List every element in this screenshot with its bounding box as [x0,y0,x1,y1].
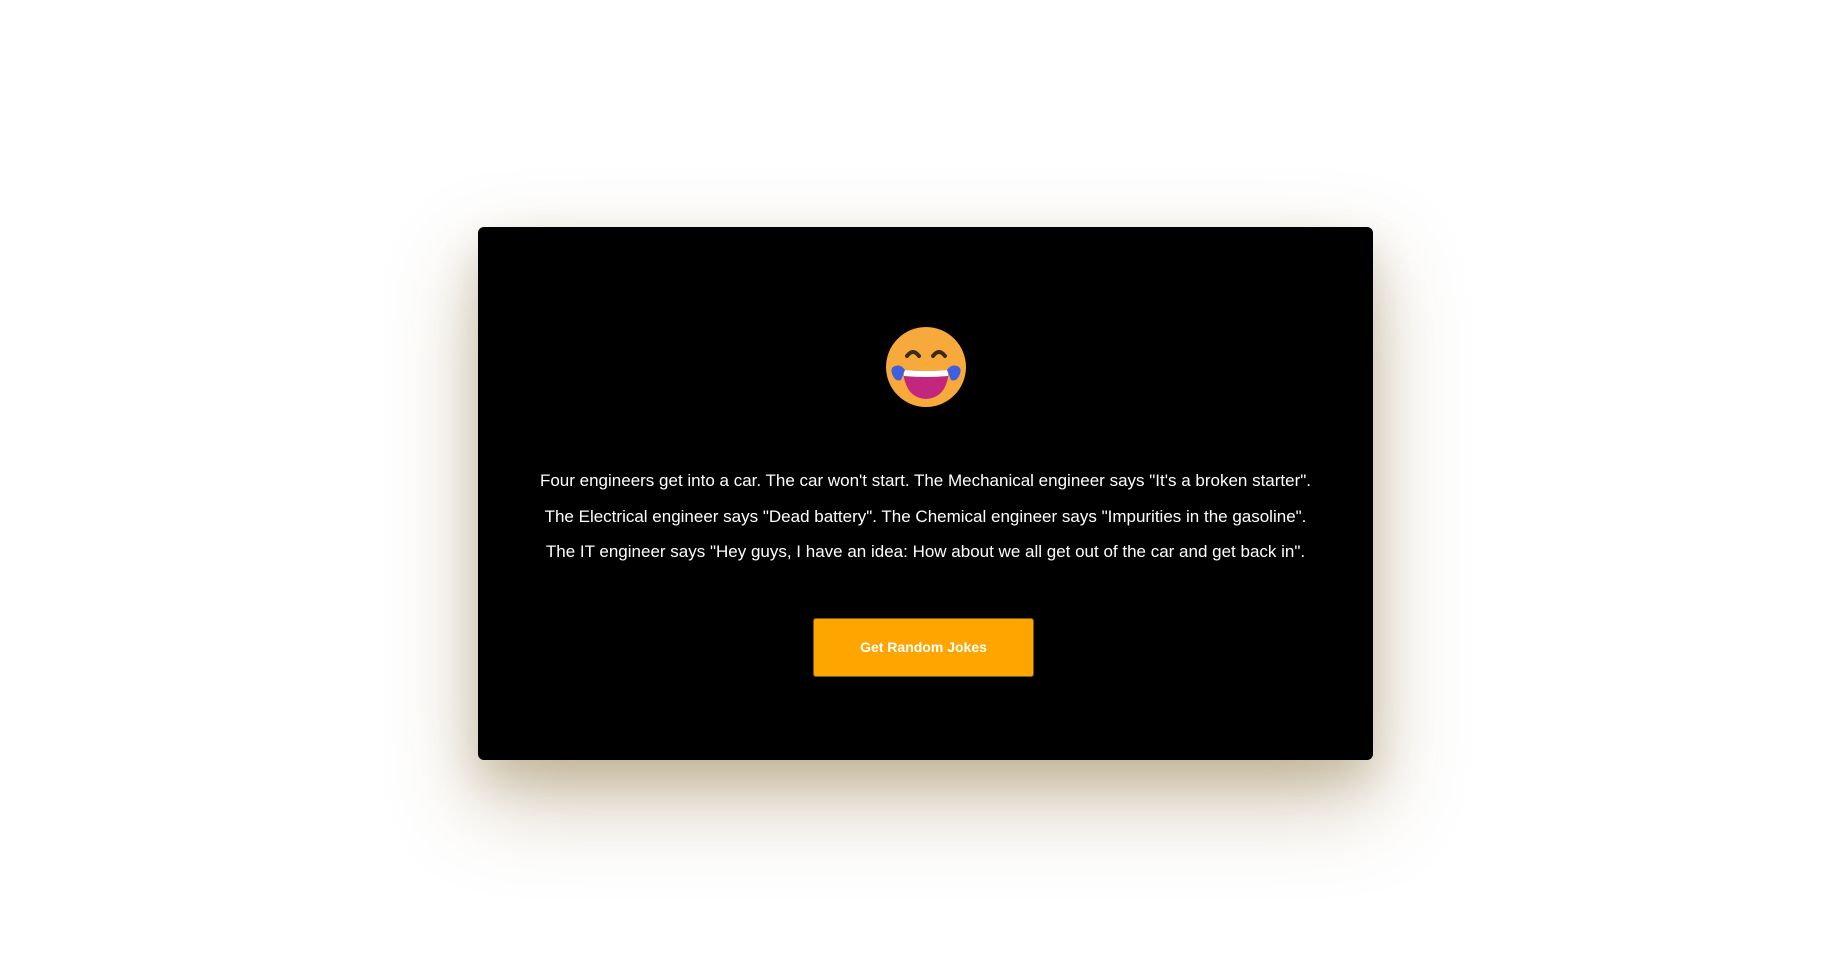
face-with-tears-of-joy-icon [881,322,971,412]
joke-text: Four engineers get into a car. The car w… [539,471,1312,561]
joke-card: Four engineers get into a car. The car w… [478,227,1373,760]
get-random-jokes-button[interactable]: Get Random Jokes [813,618,1034,677]
